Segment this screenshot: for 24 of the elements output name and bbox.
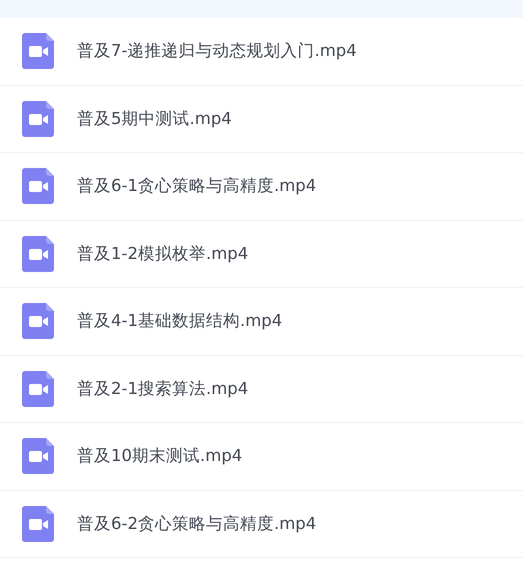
video-file-icon: [22, 303, 54, 340]
file-name: 普及4-1基础数据结构.mp4: [77, 310, 282, 332]
file-name: 普及7-递推递归与动态规划入门.mp4: [77, 40, 357, 62]
file-name: 普及6-2贪心策略与高精度.mp4: [77, 512, 316, 535]
video-file-icon: [22, 370, 54, 407]
file-name: 普及6-1贪心策略与高精度.mp4: [77, 175, 316, 198]
file-row[interactable]: 普及6-1贪心策略与高精度.mp4: [0, 153, 523, 220]
file-row[interactable]: 普及5期中测试.mp4: [0, 86, 523, 153]
file-row[interactable]: 普及7-递推递归与动态规划入门.mp4: [0, 18, 523, 86]
file-row[interactable]: 普及4-1基础数据结构.mp4: [0, 288, 523, 356]
file-row[interactable]: 普及2-1搜索算法.mp4: [0, 356, 523, 423]
file-row[interactable]: 普及6-2贪心策略与高精度.mp4: [0, 490, 523, 558]
file-name: 普及2-1搜索算法.mp4: [77, 378, 248, 400]
file-row[interactable]: 普及10期末测试.mp4: [0, 423, 523, 490]
video-file-icon: [22, 438, 54, 474]
file-name: 普及5期中测试.mp4: [77, 108, 232, 130]
file-row[interactable]: 普及1-2模拟枚举.mp4: [0, 220, 523, 288]
video-file-icon: [22, 100, 54, 137]
video-file-icon: [22, 506, 54, 542]
video-file-icon: [22, 33, 54, 70]
file-name: 普及1-2模拟枚举.mp4: [77, 242, 248, 265]
video-file-icon: [22, 236, 54, 272]
file-name: 普及10期末测试.mp4: [77, 445, 242, 468]
video-file-icon: [22, 168, 54, 204]
